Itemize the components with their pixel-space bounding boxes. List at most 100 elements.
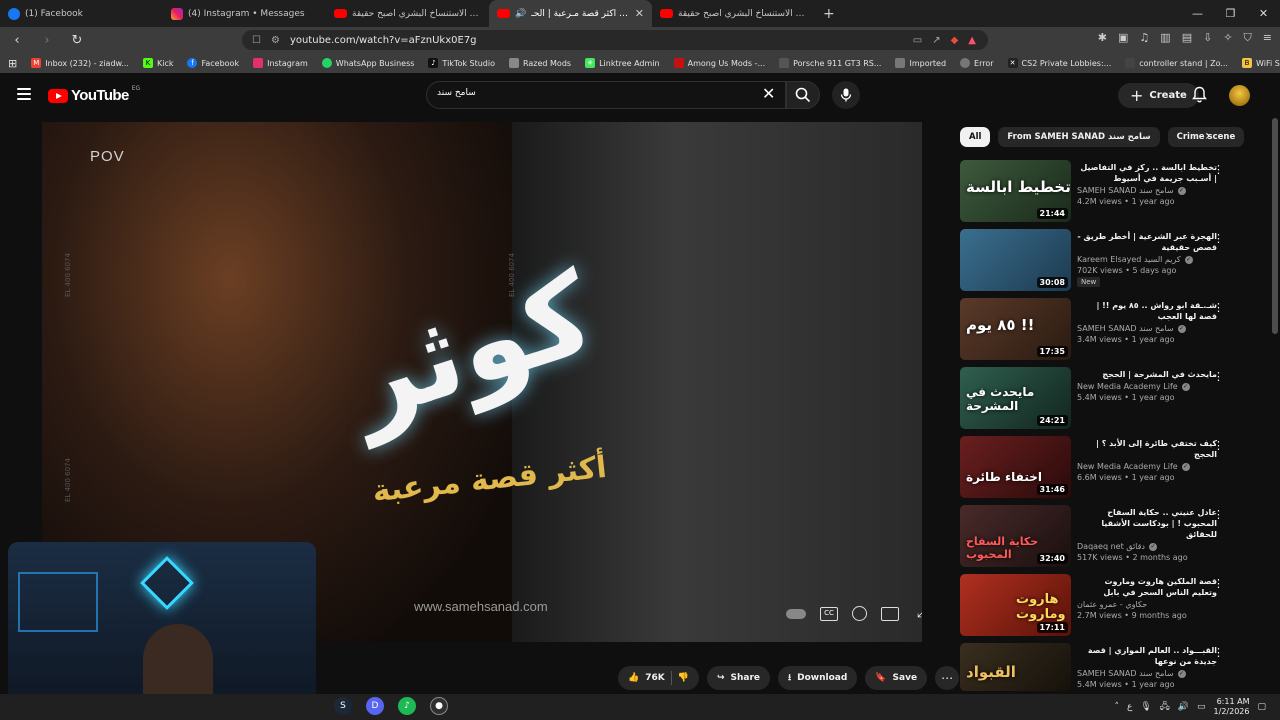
site-info-icon[interactable]: ⚙ — [271, 35, 280, 46]
forward-icon[interactable]: › — [36, 33, 58, 48]
clear-search-icon[interactable]: ✕ — [762, 84, 775, 103]
bookmark-item[interactable]: Error — [960, 58, 994, 68]
video-title[interactable]: تخطيط ابالسة .. ركز في التفاصيل | أسـبب … — [1077, 162, 1217, 184]
notification-center-icon[interactable]: ▢ — [1257, 702, 1266, 712]
chevron-up-icon[interactable]: ˄ — [1114, 702, 1119, 712]
browser-tab[interactable]: رعب الاستنساخ البشري اصبح حقيقة !! | ... — [326, 0, 489, 27]
miniplayer-icon[interactable] — [881, 606, 899, 621]
kebab-menu-icon[interactable]: ⋮ — [1213, 646, 1224, 659]
bookmark-item[interactable]: Instagram — [253, 58, 308, 68]
video-title[interactable]: كيف تختفي طائرة إلى الأبد ؟ | الحجج — [1077, 438, 1217, 460]
bookmark-item[interactable]: M Inbox (232) - ziadw... — [31, 58, 129, 68]
microphone-tray-icon[interactable]: 🎙 — [1140, 702, 1151, 712]
recommendation-item[interactable]: مايحدث في المشرحة 24:21 مايحدث في المشرحة… — [960, 367, 1240, 436]
kebab-menu-icon[interactable]: ⋮ — [1213, 577, 1224, 590]
ai-icon[interactable]: ✧ — [1223, 31, 1232, 45]
thumbnail[interactable]: اختفاء طائرة 31:46 — [960, 436, 1071, 498]
thumbnail[interactable]: حكاية السفاح المحبوب 32:40 — [960, 505, 1071, 567]
kebab-menu-icon[interactable]: ⋮ — [1213, 301, 1224, 314]
clock[interactable]: 6:11 AM 1/2/2026 — [1214, 697, 1250, 717]
back-icon[interactable]: ‹ — [6, 33, 28, 48]
kebab-menu-icon[interactable]: ⋮ — [1213, 370, 1224, 383]
steam-icon[interactable]: S — [334, 697, 352, 715]
recommendation-item[interactable]: تخطيط ابالسة 21:44 تخطيط ابالسة .. ركز في… — [960, 160, 1240, 229]
volume-icon[interactable]: 🔊 — [1178, 702, 1189, 712]
browser-tab[interactable]: رعب الاستنساخ البشري اصبح حقيقة !! | ... — [652, 0, 815, 27]
bookmark-item[interactable]: controller stand | Zo... — [1125, 58, 1228, 68]
speaker-icon[interactable]: 🔊 — [515, 9, 526, 19]
kebab-menu-icon[interactable]: ⋮ — [1213, 508, 1224, 521]
bookmark-item[interactable]: Imported — [895, 58, 946, 68]
thumbnail[interactable]: مايحدث في المشرحة 24:21 — [960, 367, 1071, 429]
video-title[interactable]: قصة الملكين هاروت وماروت وتعليم الناس ال… — [1077, 576, 1217, 598]
bookmark-item[interactable]: ♪ TikTok Studio — [428, 58, 495, 68]
video-title[interactable]: القبـــواد .. العالم الموازي | قصة جديدة… — [1077, 645, 1217, 667]
youtube-logo[interactable]: YouTube EG — [48, 85, 140, 104]
channel-name[interactable]: SAMEH SANAD سامح سند ✓ — [1077, 669, 1217, 678]
video-title[interactable]: الهجرة عبر الشرعية | أخطر طريق - قصص حقي… — [1077, 231, 1217, 253]
channel-name[interactable]: SAMEH SANAD سامح سند ✓ — [1077, 186, 1217, 195]
channel-name[interactable]: حكاوي - عمرو عثمان — [1077, 600, 1217, 609]
bookmark-item[interactable]: ✕ CS2 Private Lobbies:... — [1007, 58, 1111, 68]
channel-name[interactable]: New Media Academy Life ✓ — [1077, 462, 1217, 471]
thumbnail[interactable]: تخطيط ابالسة 21:44 — [960, 160, 1071, 222]
extension-shield-icon[interactable]: ◆ — [951, 35, 959, 46]
like-icon[interactable]: 👍 — [628, 673, 639, 683]
close-window-icon[interactable]: ✕ — [1247, 0, 1280, 27]
like-count[interactable]: 76K — [645, 673, 665, 683]
bookmark-item[interactable]: f Facebook — [187, 58, 239, 68]
recommendation-item[interactable]: حكاية السفاح المحبوب 32:40 عادل عنيني .. … — [960, 505, 1240, 574]
video-title[interactable]: مايحدث في المشرحة | الحجج — [1077, 369, 1217, 380]
download-icon[interactable]: ⇩ — [1203, 31, 1212, 45]
recommendation-item[interactable]: 30:08 الهجرة عبر الشرعية | أخطر طريق - ق… — [960, 229, 1240, 298]
channel-name[interactable]: Daqaeq net دقائق ✓ — [1077, 542, 1217, 551]
extension-warning-icon[interactable]: ▲ — [968, 35, 976, 46]
video-title[interactable]: شـ.ـقة ابو رواش .. ٨٥ يوم !! | قصة لها ا… — [1077, 300, 1217, 322]
channel-name[interactable]: SAMEH SANAD سامح سند ✓ — [1077, 324, 1217, 333]
bookmark-item[interactable]: Among Us Mods -... — [673, 58, 765, 68]
channel-name[interactable]: Kareem Elsayed كريم السيد ✓ — [1077, 255, 1217, 264]
bookmark-item[interactable]: BWiFi Smart Wall Lig... — [1241, 58, 1280, 68]
battery-icon[interactable]: ▭ — [1197, 702, 1206, 712]
search-button[interactable] — [786, 81, 820, 109]
restore-icon[interactable]: ❐ — [1214, 0, 1247, 27]
avatar[interactable] — [1229, 85, 1250, 106]
bookmark-item[interactable]: Razed Mods — [509, 58, 571, 68]
download-button[interactable]: ⭳ Download — [778, 666, 858, 690]
more-actions-icon[interactable]: ⋯ — [935, 666, 960, 690]
spotify-icon[interactable]: ♪ — [398, 697, 416, 715]
thumbnail[interactable]: القبواد — [960, 643, 1071, 691]
url-text[interactable]: youtube.com/watch?v=aFznUkx0E7g — [290, 35, 477, 46]
channel-name[interactable]: New Media Academy Life ✓ — [1077, 382, 1217, 391]
sidebar-icon[interactable]: ▥ — [1160, 31, 1170, 45]
menu-icon[interactable]: ≡ — [1263, 31, 1272, 45]
reload-icon[interactable]: ↻ — [66, 33, 88, 48]
network-icon[interactable]: 🖧 — [1160, 699, 1170, 715]
language-indicator[interactable]: ع — [1127, 702, 1132, 712]
puzzle-icon[interactable]: ✱ — [1098, 31, 1107, 45]
chip-from-channel[interactable]: From SAMEH SANAD سامح سند — [998, 127, 1160, 147]
discord-icon[interactable]: D — [366, 697, 384, 715]
page-scrollbar[interactable] — [1272, 118, 1278, 334]
recommendation-item[interactable]: ٨٥ يوم !! 17:35 شـ.ـقة ابو رواش .. ٨٥ يوم… — [960, 298, 1240, 367]
bookmark-item[interactable]: ✳ Linktree Admin — [585, 58, 660, 68]
kebab-menu-icon[interactable]: ⋮ — [1213, 232, 1224, 245]
wallet-icon[interactable]: ▤ — [1182, 31, 1192, 45]
captions-icon[interactable]: CC — [820, 606, 838, 621]
bookmark-item[interactable]: Porsche 911 GT3 RS... — [779, 58, 881, 68]
guide-menu-icon[interactable] — [17, 88, 31, 100]
obs-icon[interactable]: ● — [430, 697, 448, 715]
cast-icon[interactable]: ▭ — [913, 35, 922, 46]
autoplay-toggle[interactable] — [786, 608, 806, 619]
close-tab-icon[interactable]: ✕ — [635, 7, 644, 20]
browser-tab[interactable]: (4) Instagram • Messages — [163, 0, 326, 27]
settings-gear-icon[interactable] — [852, 606, 867, 621]
share-button[interactable]: ↪ Share — [706, 666, 770, 690]
recommendation-item[interactable]: اختفاء طائرة 31:46 كيف تختفي طائرة إلى ال… — [960, 436, 1240, 505]
address-bar[interactable]: ☐ ⚙ youtube.com/watch?v=aFznUkx0E7g ▭ ↗ … — [242, 30, 988, 50]
recommendation-item[interactable]: هاروت وماروت 17:11 قصة الملكين هاروت ومار… — [960, 574, 1240, 643]
vpn-icon[interactable]: ⛉ — [1244, 31, 1252, 45]
bookmark-item[interactable]: K Kick — [142, 58, 173, 68]
video-title[interactable]: عادل عنيني .. حكاية السفاح المحبوب ! | ب… — [1077, 507, 1217, 540]
notifications-button[interactable] — [1192, 86, 1207, 107]
